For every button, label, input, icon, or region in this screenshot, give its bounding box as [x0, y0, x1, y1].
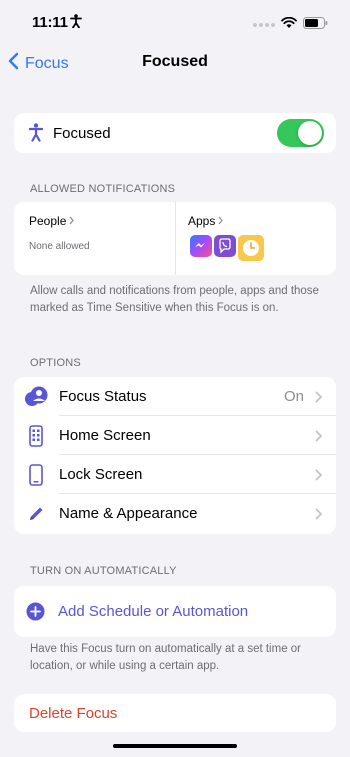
chevron-right-icon: [315, 429, 323, 447]
focus-status-value: On: [283, 388, 304, 405]
chevron-right-icon: [315, 507, 323, 525]
status-indicators: [253, 16, 328, 34]
focus-status-label: Focus Status: [59, 388, 147, 405]
cellular-signal-icon: [253, 23, 275, 27]
add-schedule-label: Add Schedule or Automation: [58, 603, 249, 620]
apps-section[interactable]: Apps: [176, 202, 336, 275]
turn-on-automatically-footer: Have this Focus turn on automatically at…: [30, 643, 302, 672]
turn-on-automatically-header: TURN ON AUTOMATICALLY: [30, 565, 177, 577]
allowed-notifications-card: People None allowed Apps: [14, 202, 336, 275]
focus-status-row[interactable]: Focus Status On: [14, 377, 336, 416]
options-card: Focus Status On Home Screen Lock Screen …: [14, 377, 336, 534]
people-subtitle: None allowed: [29, 241, 90, 252]
navigation-bar: Focus Focused: [0, 44, 350, 82]
focus-name-label: Focused: [53, 125, 111, 142]
battery-icon: [303, 16, 328, 34]
accessibility-person-icon: [70, 14, 82, 33]
focus-toggle-row: Focused: [14, 113, 336, 153]
add-schedule-button[interactable]: Add Schedule or Automation: [14, 586, 336, 637]
people-section[interactable]: People None allowed: [14, 202, 175, 275]
apps-title-label: Apps: [188, 214, 216, 228]
allowed-notifications-footer: Allow calls and notifications from peopl…: [30, 285, 319, 314]
lock-screen-icon: [24, 463, 48, 487]
messenger-icon: [188, 233, 214, 259]
toggle-knob: [298, 121, 322, 145]
home-indicator[interactable]: [113, 744, 237, 748]
person-focus-icon: [28, 123, 44, 147]
name-appearance-label: Name & Appearance: [59, 505, 198, 522]
name-appearance-row[interactable]: Name & Appearance: [14, 494, 336, 533]
apps-title: Apps: [188, 214, 224, 228]
wifi-icon: [281, 16, 297, 34]
clock-app-icon: [236, 233, 266, 263]
chevron-right-icon: [315, 468, 323, 486]
chevron-right-icon: [218, 214, 224, 228]
lock-screen-row[interactable]: Lock Screen: [14, 455, 336, 494]
viber-icon: [212, 233, 238, 259]
chevron-right-icon: [69, 214, 75, 228]
home-screen-icon: [24, 424, 48, 448]
people-title: People: [29, 214, 75, 228]
home-screen-label: Home Screen: [59, 427, 151, 444]
page-title: Focused: [142, 53, 208, 70]
pencil-icon: [24, 502, 48, 526]
plus-circle-icon: [26, 602, 45, 626]
status-time: 11:11: [32, 14, 68, 31]
options-header: OPTIONS: [30, 357, 81, 369]
people-title-label: People: [29, 214, 67, 228]
status-bar: 11:11: [0, 0, 350, 44]
lock-screen-label: Lock Screen: [59, 466, 143, 483]
chevron-right-icon: [315, 390, 323, 408]
home-screen-row[interactable]: Home Screen: [14, 416, 336, 455]
delete-focus-button[interactable]: Delete Focus: [14, 694, 336, 732]
allowed-notifications-header: ALLOWED NOTIFICATIONS: [30, 183, 176, 195]
focus-toggle-switch[interactable]: [277, 119, 324, 147]
delete-focus-label: Delete Focus: [29, 705, 118, 722]
focus-status-icon: [24, 385, 48, 409]
